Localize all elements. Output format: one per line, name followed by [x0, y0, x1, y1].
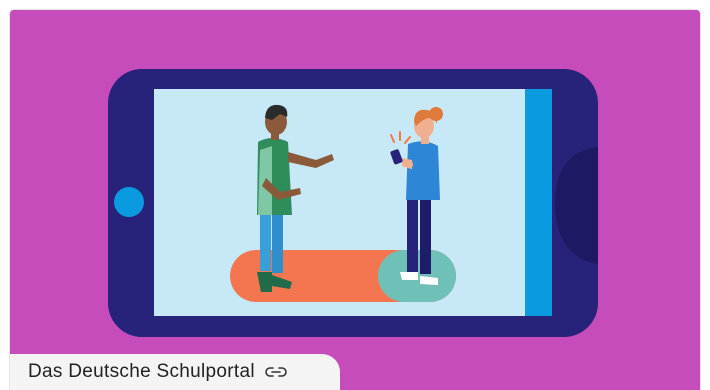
article-image-card[interactable]: [10, 10, 700, 390]
link-icon[interactable]: [265, 365, 287, 379]
tablet-illustration: [108, 69, 598, 337]
screen-side-bar: [525, 89, 552, 316]
home-button-icon: [114, 187, 144, 217]
source-name[interactable]: Das Deutsche Schulportal: [28, 361, 255, 383]
source-caption[interactable]: Das Deutsche Schulportal: [10, 354, 340, 390]
